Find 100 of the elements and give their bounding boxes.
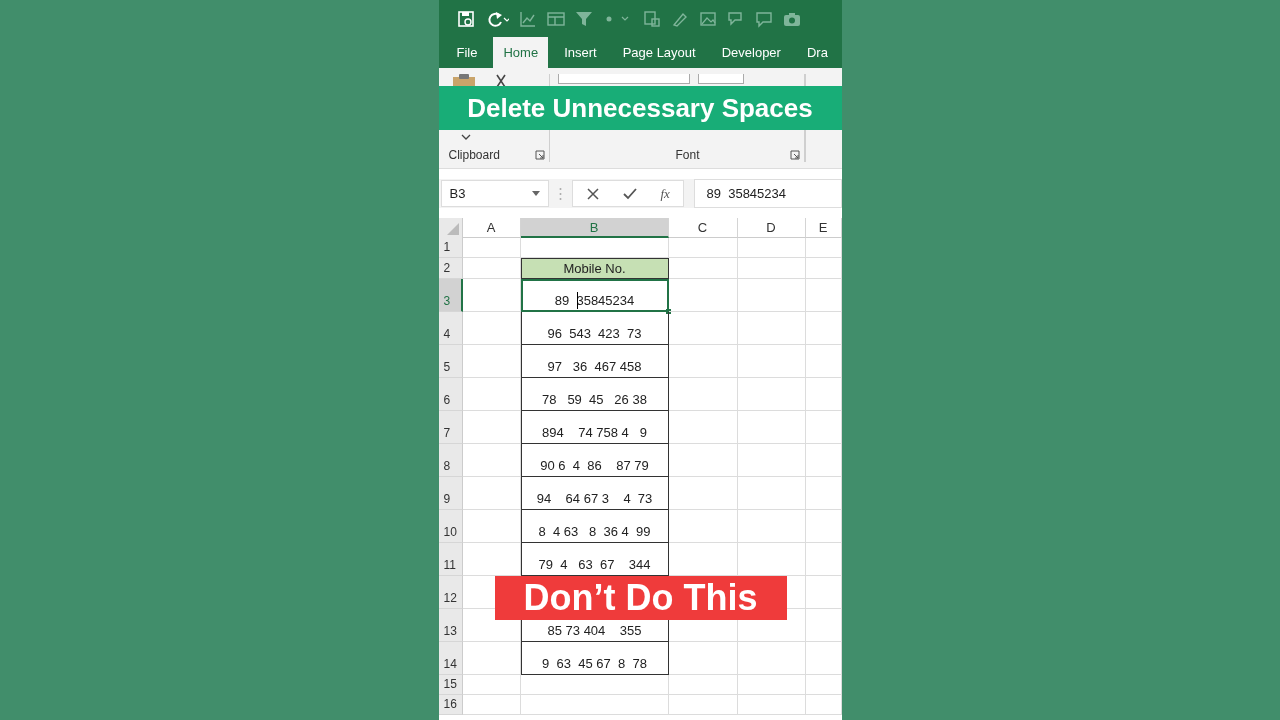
- grid-cell: [805, 510, 842, 543]
- table-cell: 8 4 63 8 36 4 99: [538, 524, 651, 539]
- column-header[interactable]: C: [668, 218, 738, 238]
- column-heading: Mobile No.: [563, 261, 626, 276]
- cancel-icon[interactable]: [586, 187, 599, 200]
- grid-cell: [805, 609, 842, 642]
- save-icon[interactable]: [456, 9, 475, 28]
- row-header[interactable]: 12: [438, 576, 463, 609]
- table-cell: 85 73 404 355: [547, 623, 642, 638]
- chart-icon[interactable]: [518, 9, 537, 28]
- group-label: Font: [675, 148, 700, 162]
- ribbon-tab[interactable]: Insert: [554, 37, 607, 68]
- dialog-launcher-icon[interactable]: [789, 150, 800, 160]
- grid-cell: [737, 510, 806, 543]
- grip-icon: [558, 186, 562, 201]
- grid-cell: [805, 378, 842, 411]
- grid-cell: [737, 238, 806, 258]
- table-cell: 90 6 4 86 87 79: [540, 458, 649, 473]
- dialog-launcher-icon[interactable]: [534, 150, 545, 160]
- column-header[interactable]: D: [737, 218, 806, 238]
- grid-cell: [462, 345, 521, 378]
- grid-cell: [462, 411, 521, 444]
- grid-cell: [462, 238, 521, 258]
- ribbon-tab[interactable]: Dra: [796, 37, 838, 68]
- grid-cell: [737, 675, 806, 695]
- column-header[interactable]: E: [805, 218, 842, 238]
- grid-cell: [668, 510, 738, 543]
- grid-cell: [737, 444, 806, 477]
- formula-field[interactable]: 89 35845234: [693, 179, 842, 208]
- table-cell: 94 64 67 3 4 73: [536, 491, 653, 506]
- grid-cell: [805, 543, 842, 576]
- table-cell: 96 543 423 73: [547, 326, 642, 341]
- row-header[interactable]: 7: [438, 411, 463, 444]
- table-cell: 79 4 63 67 344: [538, 557, 651, 572]
- grid-cell: [737, 411, 806, 444]
- grid-cell: [805, 312, 842, 345]
- row-header[interactable]: 15: [438, 675, 463, 695]
- row-header[interactable]: 4: [438, 312, 463, 345]
- row-header[interactable]: 5: [438, 345, 463, 378]
- insert-function-button[interactable]: fx: [660, 185, 670, 202]
- filter-icon[interactable]: [574, 9, 593, 28]
- row-header[interactable]: 10: [438, 510, 463, 543]
- row-header[interactable]: 13: [438, 609, 463, 642]
- ribbon-tab[interactable]: File: [446, 37, 488, 68]
- font-size-field[interactable]: [697, 74, 744, 84]
- grid-cell: [805, 258, 842, 279]
- grid-cell: [462, 675, 521, 695]
- row-header[interactable]: 9: [438, 477, 463, 510]
- grid-cell: [805, 345, 842, 378]
- grid-cell: [737, 642, 806, 675]
- grid-cell: [805, 279, 842, 312]
- grid-cell: [668, 675, 738, 695]
- grid-cell: [668, 279, 738, 312]
- ribbon-tab[interactable]: Home: [493, 37, 549, 68]
- grid-cell: [668, 444, 738, 477]
- column-header[interactable]: B: [520, 218, 669, 238]
- paste-icon[interactable]: [450, 74, 477, 86]
- table-cell: 97 36 467 458: [547, 359, 642, 374]
- font-name-field[interactable]: [557, 74, 690, 84]
- row-header[interactable]: 14: [438, 642, 463, 675]
- grid-cell: [737, 695, 806, 715]
- grid-cell: [462, 312, 521, 345]
- ribbon-tab[interactable]: Page Layout: [612, 37, 706, 68]
- cut-icon[interactable]: [494, 74, 507, 86]
- shape-icon[interactable]: [642, 9, 661, 28]
- grid-cell: [737, 279, 806, 312]
- grid-cell: [737, 258, 806, 279]
- form-icon[interactable]: [546, 9, 565, 28]
- caption-banner: Don’t Do This: [494, 576, 787, 620]
- grid-cell: [668, 312, 738, 345]
- row-header[interactable]: 1: [438, 238, 463, 258]
- row-header[interactable]: 8: [438, 444, 463, 477]
- caret-icon[interactable]: [460, 134, 471, 140]
- grid-cell: [668, 378, 738, 411]
- row-header[interactable]: 11: [438, 543, 463, 576]
- name-box[interactable]: B3: [440, 180, 549, 207]
- row-header[interactable]: 6: [438, 378, 463, 411]
- select-all-icon[interactable]: [446, 223, 459, 235]
- comment-icon[interactable]: [754, 9, 773, 28]
- grid-cell: [462, 444, 521, 477]
- comment-arrow-icon[interactable]: [726, 9, 745, 28]
- grid-cell: [805, 695, 842, 715]
- grid-cell: [462, 279, 521, 312]
- enter-icon[interactable]: [622, 187, 637, 200]
- grid-cell: [805, 411, 842, 444]
- grid-cell: [668, 477, 738, 510]
- grid-cell: [462, 510, 521, 543]
- row-header[interactable]: 3: [438, 279, 463, 312]
- grid-cell: [805, 576, 842, 609]
- grid-cell: [668, 695, 738, 715]
- image-icon[interactable]: [698, 9, 717, 28]
- ribbon-tab[interactable]: Developer: [711, 37, 791, 68]
- caption-banner: Delete Unnecessary Spaces: [438, 86, 842, 130]
- row-header[interactable]: 16: [438, 695, 463, 715]
- grid-cell: [462, 642, 521, 675]
- grid-cell: [462, 258, 521, 279]
- table-cell: 9 63 45 67 8 78: [542, 656, 647, 671]
- row-header[interactable]: 2: [438, 258, 463, 279]
- column-header[interactable]: A: [462, 218, 521, 238]
- grid-cell: [668, 411, 738, 444]
